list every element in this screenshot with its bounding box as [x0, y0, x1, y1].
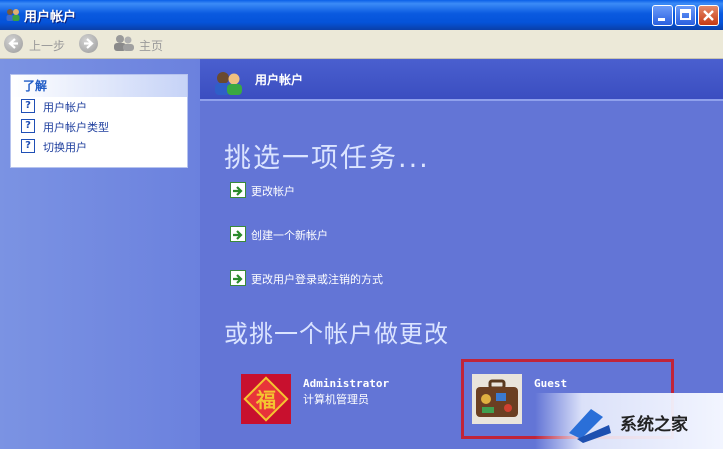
- help-icon: ?: [21, 139, 35, 153]
- maximize-icon: [680, 9, 691, 20]
- title-bar: 用户帐户: [0, 0, 723, 30]
- forward-button[interactable]: [79, 34, 98, 53]
- back-button[interactable]: [4, 34, 23, 53]
- green-arrow-icon: [230, 182, 246, 198]
- forward-arrow-icon: [84, 38, 94, 49]
- task-heading: 挑选一项任务...: [224, 143, 430, 174]
- home-label[interactable]: 主页: [139, 37, 163, 54]
- close-icon: [703, 10, 714, 21]
- user-accounts-icon: [215, 72, 242, 95]
- account-name: Administrator: [303, 377, 390, 390]
- close-button[interactable]: [698, 5, 719, 26]
- learn-about-box: 了解 ? 用户帐户 ? 用户帐户类型 ? 切换用户: [10, 74, 188, 168]
- learn-item-user-accounts[interactable]: ? 用户帐户: [11, 97, 187, 117]
- users-icon: [6, 9, 20, 21]
- learn-item-switch-user[interactable]: ? 切换用户: [11, 137, 187, 157]
- watermark-logo-icon: [569, 409, 611, 443]
- green-arrow-icon: [230, 226, 246, 242]
- minimize-button[interactable]: [652, 5, 673, 26]
- svg-text:福: 福: [255, 388, 276, 412]
- window-title: 用户帐户: [24, 10, 77, 25]
- task-label[interactable]: 创建一个新帐户: [251, 227, 328, 243]
- main-header-title: 用户帐户: [255, 73, 304, 87]
- fu-picture-icon: 福: [241, 374, 291, 424]
- task-label[interactable]: 更改用户登录或注销的方式: [251, 271, 383, 287]
- task-label[interactable]: 更改帐户: [251, 183, 295, 199]
- learn-item-label[interactable]: 用户帐户: [43, 99, 87, 115]
- help-icon: ?: [21, 99, 35, 113]
- toolbar: 上一步 主页: [0, 30, 723, 59]
- learn-item-label[interactable]: 切换用户: [43, 139, 87, 155]
- back-arrow-icon: [8, 38, 18, 49]
- green-arrow-icon: [230, 270, 246, 286]
- pick-account-heading: 或挑一个帐户做更改: [224, 320, 449, 348]
- learn-header: 了解: [11, 75, 187, 97]
- home-users-icon[interactable]: [113, 34, 135, 52]
- maximize-button[interactable]: [675, 5, 696, 26]
- back-label[interactable]: 上一步: [29, 37, 65, 54]
- watermark-text: 系统之家: [620, 415, 688, 435]
- account-administrator[interactable]: 福 Administrator 计算机管理员: [241, 374, 441, 426]
- help-icon: ?: [21, 119, 35, 133]
- account-role: 计算机管理员: [303, 393, 369, 406]
- learn-item-account-types[interactable]: ? 用户帐户类型: [11, 117, 187, 137]
- minimize-icon: [658, 18, 665, 21]
- learn-item-label[interactable]: 用户帐户类型: [43, 119, 109, 135]
